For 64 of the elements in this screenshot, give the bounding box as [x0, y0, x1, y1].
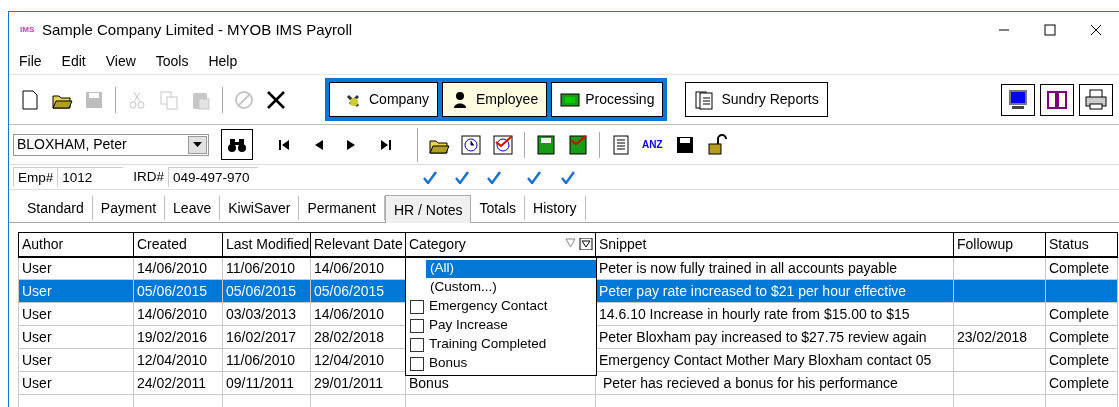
checkbox[interactable]	[410, 356, 424, 371]
monitor-button[interactable]	[1001, 83, 1035, 116]
window-title: Sample Company Limited - MYOB IMS Payroll	[42, 19, 354, 40]
checkbox-label[interactable]: Training Completed	[429, 334, 547, 355]
calculator-icon[interactable]	[535, 133, 557, 156]
find-button[interactable]	[221, 129, 253, 160]
checkbox-label[interactable]: Bonus	[429, 353, 468, 374]
menu-item[interactable]: Tools	[155, 50, 189, 72]
table-cell[interactable]: User	[22, 374, 52, 391]
previous-icon[interactable]	[313, 139, 323, 150]
tab[interactable]: HR / Notes	[384, 195, 472, 223]
menu-item[interactable]: View	[105, 50, 136, 72]
table-cell[interactable]: User	[22, 282, 52, 299]
table-cell[interactable]: User	[22, 305, 52, 322]
next-icon[interactable]	[347, 139, 357, 150]
menu-item[interactable]: Help	[208, 50, 238, 72]
anz-button[interactable]: ANZ	[642, 137, 664, 152]
tab[interactable]: History	[525, 196, 586, 220]
table-cell[interactable]: User	[22, 259, 52, 276]
ird-number-field[interactable]: 049-497-970	[168, 167, 259, 187]
tab[interactable]: Standard	[19, 196, 93, 220]
module-button[interactable]: Company	[329, 82, 438, 117]
tab[interactable]: Permanent	[299, 196, 385, 220]
table-cell[interactable]: User	[22, 351, 52, 368]
table-cell[interactable]: Bonus	[409, 374, 449, 391]
checkbox[interactable]	[410, 337, 424, 352]
table-cell[interactable]: User	[22, 328, 52, 345]
monitor-icon	[1006, 87, 1030, 112]
caret-icon	[193, 142, 202, 147]
close-icon[interactable]	[265, 88, 287, 111]
tab[interactable]: KiwiSaver	[220, 196, 300, 220]
page-icon[interactable]	[19, 88, 41, 111]
checkbox-label[interactable]: Emergency Contact	[429, 296, 548, 317]
module-button[interactable]: Employee	[441, 82, 548, 117]
checkbox[interactable]	[410, 299, 424, 314]
field-label: IRD#	[133, 167, 165, 186]
menu-item[interactable]: Edit	[61, 50, 86, 72]
padlock-icon[interactable]	[706, 133, 728, 156]
tab[interactable]: Totals	[471, 196, 525, 220]
checkbox[interactable]	[410, 318, 424, 333]
checkbox-label[interactable]: Pay Increase	[429, 315, 508, 336]
binoculars-icon	[227, 136, 247, 153]
menu-item[interactable]: File	[19, 50, 42, 72]
module-button[interactable]: Processing	[551, 82, 664, 117]
clock-icon[interactable]	[492, 133, 514, 156]
printer-button[interactable]	[1079, 83, 1113, 116]
calculator-icon[interactable]	[567, 133, 589, 156]
document-icon[interactable]	[610, 133, 632, 156]
tab[interactable]: Payment	[92, 196, 166, 220]
field-label: Emp#	[13, 167, 58, 187]
last-record-icon[interactable]	[381, 139, 391, 150]
first-record-icon[interactable]	[279, 139, 289, 150]
filter-icon[interactable]	[565, 238, 593, 250]
dropdown-option[interactable]: (All)	[426, 259, 596, 278]
tab[interactable]: Leave	[165, 196, 221, 220]
employee-select[interactable]: BLOXHAM, Peter	[13, 133, 209, 156]
employee-number-field[interactable]: 1012	[57, 167, 124, 187]
printer-icon	[1084, 87, 1108, 112]
dropdown-option[interactable]: (Custom...)	[426, 278, 596, 297]
sundry-reports-button[interactable]: Sundry Reports	[685, 82, 828, 117]
app-logo: IMS	[20, 24, 36, 36]
clock-icon[interactable]	[460, 133, 482, 156]
column-header[interactable]: Snippet	[599, 235, 647, 252]
book-button[interactable]	[1040, 83, 1074, 116]
